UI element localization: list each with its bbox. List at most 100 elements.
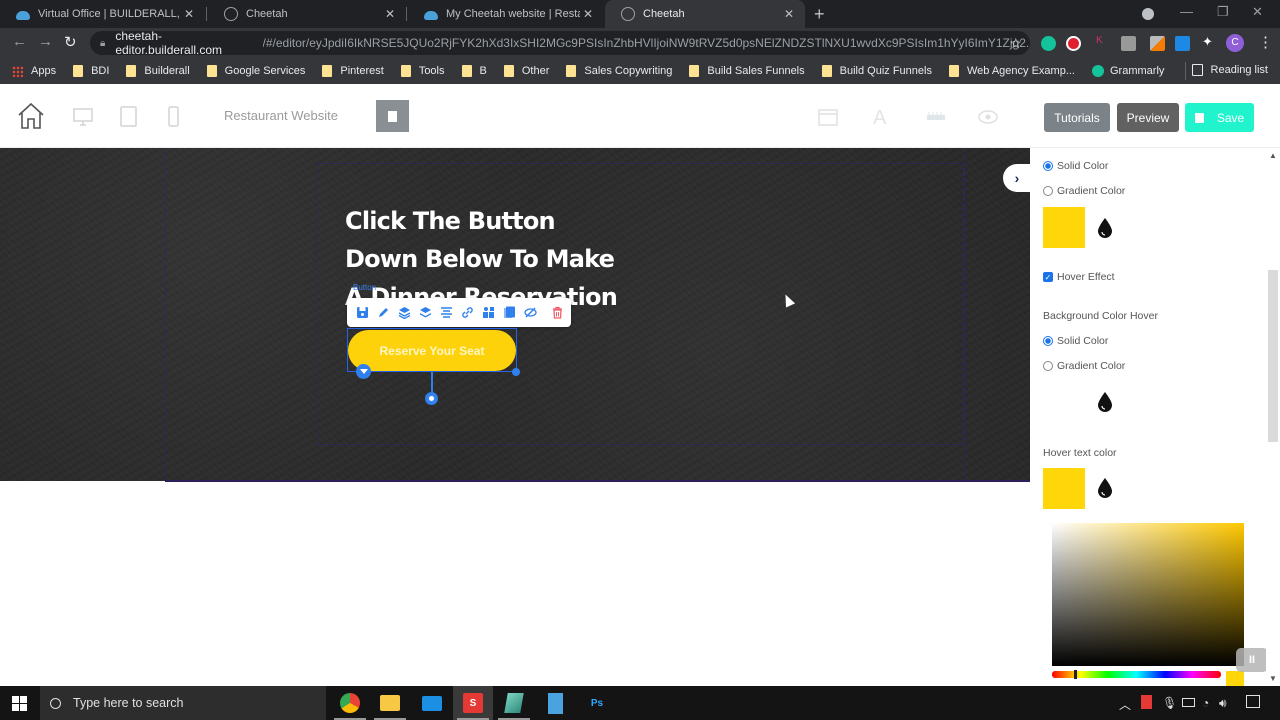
close-tab-icon[interactable]: ✕ xyxy=(382,7,398,21)
tab-virtual-office[interactable]: Virtual Office | BUILDERALL, The ✕ xyxy=(0,0,205,28)
mobile-view-icon[interactable] xyxy=(168,106,179,127)
bookmark-grammarly[interactable]: Grammarly xyxy=(1092,65,1164,77)
new-tab-button[interactable]: + xyxy=(814,4,825,25)
tutorials-button[interactable]: Tutorials xyxy=(1044,103,1110,132)
font-icon[interactable]: A xyxy=(873,107,886,130)
color-picker-saturation-area[interactable] xyxy=(1052,523,1244,666)
bookmark-star-icon[interactable]: ☆ xyxy=(1009,35,1022,52)
layer-down-icon[interactable] xyxy=(419,306,432,319)
profile-avatar[interactable]: C xyxy=(1226,34,1244,52)
desktop-view-icon[interactable] xyxy=(73,108,93,126)
close-tab-icon[interactable]: ✕ xyxy=(181,7,197,21)
tray-overflow-icon[interactable]: ︿ xyxy=(1119,696,1131,713)
hover-effect-checkbox[interactable]: ✓ Hover Effect xyxy=(1043,271,1115,283)
close-tab-icon[interactable]: ✕ xyxy=(781,7,797,21)
element-options-handle[interactable] xyxy=(356,364,371,379)
photoshop-app-icon[interactable]: Ps xyxy=(585,691,609,715)
bg-gradient-color-radio[interactable]: Gradient Color xyxy=(1043,185,1125,197)
close-window-icon[interactable]: ✕ xyxy=(1252,4,1263,20)
panel-scrollbar-thumb[interactable] xyxy=(1268,270,1278,442)
hide-eye-slash-icon[interactable] xyxy=(524,306,537,319)
spacing-handle[interactable] xyxy=(425,392,438,405)
bg-solid-color-radio[interactable]: Solid Color xyxy=(1043,160,1108,172)
panel-collapse-button[interactable]: › xyxy=(1003,164,1031,192)
bookmark-web-agency[interactable]: Web Agency Examp... xyxy=(948,65,1075,77)
address-bar[interactable]: 🔒︎ cheetah-editor.builderall.com /#/edit… xyxy=(90,29,1030,57)
bookmark-builderall[interactable]: Builderall xyxy=(126,65,190,77)
browser-menu-icon[interactable]: ⋮ xyxy=(1258,33,1273,51)
windows-start-icon[interactable] xyxy=(12,696,27,711)
hover-solid-color-radio[interactable]: Solid Color xyxy=(1043,335,1108,347)
hue-slider-thumb[interactable] xyxy=(1073,670,1077,679)
pages-button[interactable] xyxy=(376,100,409,132)
hover-text-color-swatch[interactable] xyxy=(1043,468,1085,509)
puzzle-extensions-icon[interactable]: ✦ xyxy=(1202,34,1217,49)
scroll-down-icon[interactable]: ▼ xyxy=(1269,674,1277,683)
bookmark-pinterest[interactable]: Pinterest xyxy=(322,65,384,77)
edit-pencil-icon[interactable] xyxy=(377,306,390,319)
save-icon[interactable] xyxy=(356,306,369,319)
resize-handle[interactable] xyxy=(512,368,520,376)
bookmark-other[interactable]: Other xyxy=(503,65,549,77)
animation-icon[interactable] xyxy=(482,306,495,319)
minimize-icon[interactable]: — xyxy=(1180,4,1193,19)
color-drop-icon[interactable] xyxy=(1096,217,1114,239)
home-icon[interactable] xyxy=(17,102,45,130)
battery-icon[interactable] xyxy=(1182,698,1195,707)
bookmark-sales-copywriting[interactable]: Sales Copywriting xyxy=(566,65,672,77)
forward-icon[interactable]: → xyxy=(38,33,53,50)
preview-button[interactable]: Preview xyxy=(1117,103,1179,132)
maximize-icon[interactable]: ❐ xyxy=(1217,4,1229,20)
delete-trash-icon[interactable] xyxy=(551,306,564,319)
color-drop-icon[interactable] xyxy=(1096,477,1114,499)
reserve-your-seat-button[interactable]: Reserve Your Seat xyxy=(348,330,516,371)
taskbar-search-box[interactable]: Type here to search xyxy=(40,686,326,720)
bookmark-google-services[interactable]: Google Services xyxy=(206,65,305,77)
mail-app-icon[interactable] xyxy=(420,691,444,715)
extension-icon[interactable] xyxy=(1121,36,1136,51)
tab-my-cheetah-website[interactable]: My Cheetah website | Restaurant ✕ xyxy=(408,0,604,28)
lastpass-extension-icon[interactable] xyxy=(1066,36,1081,51)
snagit-tray-icon[interactable] xyxy=(1141,695,1152,709)
site-page-select[interactable]: Restaurant Website ⌄ xyxy=(224,108,382,123)
bg-color-swatch[interactable] xyxy=(1043,207,1085,248)
back-icon[interactable]: ← xyxy=(12,33,27,50)
wifi-icon[interactable]: ◔ xyxy=(1202,696,1209,710)
bookmark-bdi[interactable]: BDI xyxy=(73,65,109,77)
k-extension-icon[interactable]: K xyxy=(1096,35,1104,50)
ruler-icon[interactable] xyxy=(926,111,946,121)
bookmark-b[interactable]: B xyxy=(461,65,487,77)
tab-cheetah-active[interactable]: Cheetah ✕ xyxy=(605,0,805,28)
pen-extension-icon[interactable] xyxy=(1150,36,1165,51)
close-tab-icon[interactable]: ✕ xyxy=(580,7,596,21)
save-button[interactable]: Save xyxy=(1185,103,1254,132)
hover-gradient-color-radio[interactable]: Gradient Color xyxy=(1043,360,1125,372)
color-drop-icon[interactable] xyxy=(1096,391,1114,413)
notifications-icon[interactable] xyxy=(1246,695,1260,708)
screen-extension-icon[interactable] xyxy=(1175,36,1190,51)
volume-icon[interactable]: 🔊︎ xyxy=(1219,696,1227,711)
hue-slider[interactable] xyxy=(1052,671,1221,678)
snagit-app-button[interactable]: S xyxy=(453,686,493,720)
bookmark-build-quiz-funnels[interactable]: Build Quiz Funnels xyxy=(821,65,932,77)
reading-list-button[interactable]: Reading list xyxy=(1191,64,1268,76)
bookmark-apps[interactable]: Apps xyxy=(12,65,56,77)
grammarly-extension-icon[interactable] xyxy=(1041,36,1056,51)
chrome-app-icon[interactable] xyxy=(338,691,362,715)
duplicate-icon[interactable] xyxy=(503,306,516,319)
link-icon[interactable] xyxy=(461,306,474,319)
align-center-icon[interactable] xyxy=(440,306,453,319)
tab-search-icon[interactable] xyxy=(1142,8,1154,20)
pause-button[interactable]: II xyxy=(1236,648,1268,672)
tablet-view-icon[interactable] xyxy=(120,106,137,127)
microphone-icon[interactable]: 🎙︎ xyxy=(1162,696,1177,710)
calculator-app-icon[interactable] xyxy=(543,691,567,715)
reload-icon[interactable]: ↻ xyxy=(64,33,77,51)
notepad-app-icon[interactable] xyxy=(502,691,526,715)
layer-up-icon[interactable] xyxy=(398,306,411,319)
eye-icon[interactable] xyxy=(978,110,998,124)
layout-icon[interactable] xyxy=(818,109,838,126)
tab-cheetah[interactable]: Cheetah ✕ xyxy=(208,0,406,28)
bookmark-build-sales-funnels[interactable]: Build Sales Funnels xyxy=(689,65,805,77)
file-explorer-icon[interactable] xyxy=(378,691,402,715)
